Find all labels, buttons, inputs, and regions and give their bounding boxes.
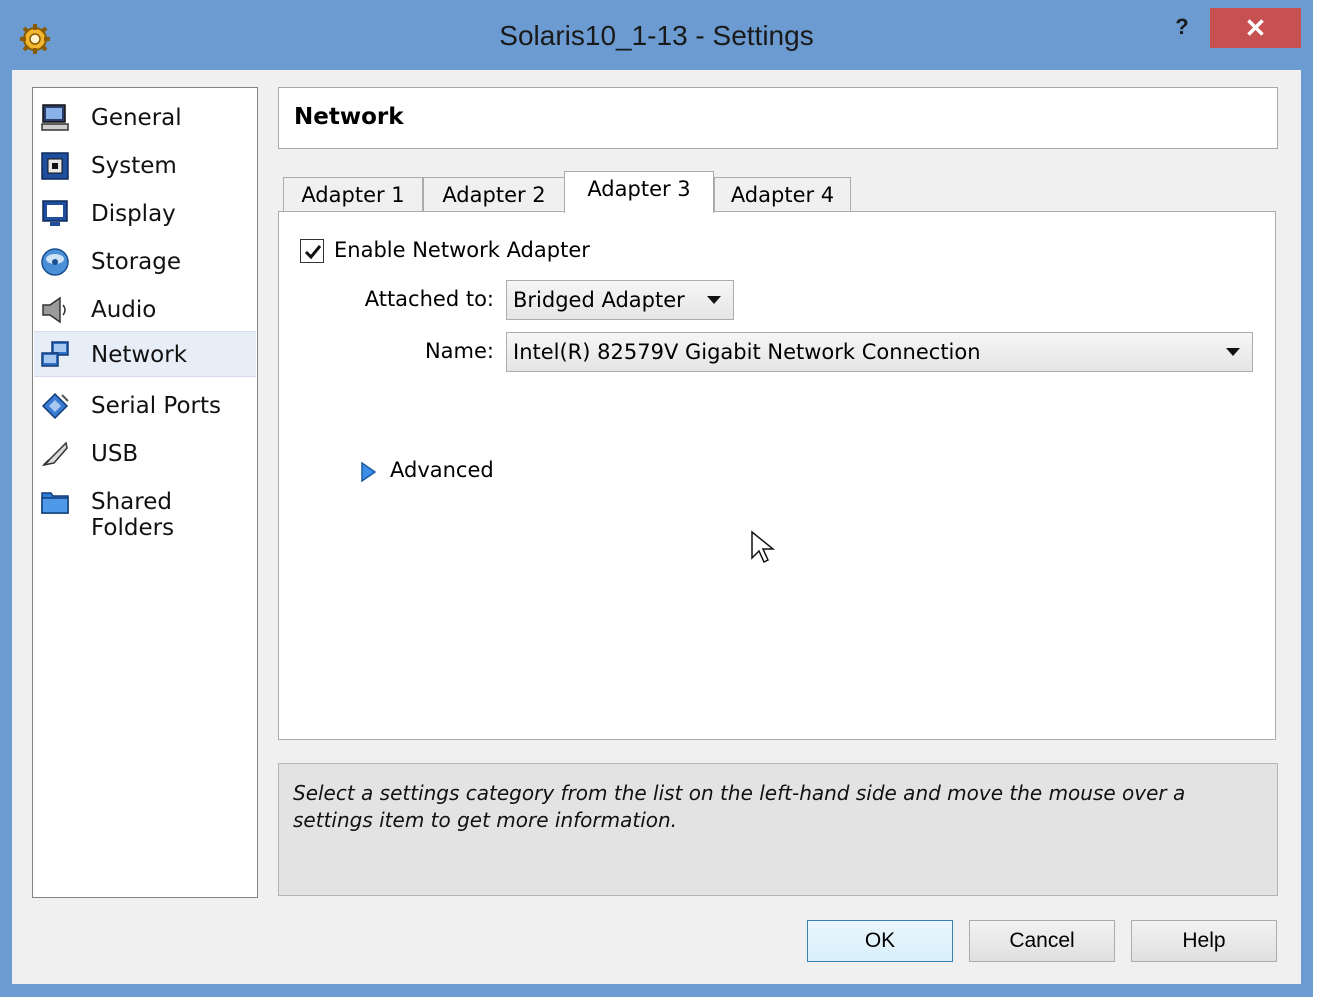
- chevron-down-icon: [707, 296, 721, 304]
- info-text: Select a settings category from the list…: [293, 781, 1186, 832]
- window-title: Solaris10_1-13 - Settings: [499, 20, 814, 51]
- tab-adapter-4[interactable]: Adapter 4: [714, 177, 851, 213]
- mouse-cursor-icon: [751, 530, 776, 564]
- sidebar-item-usb[interactable]: USB: [34, 431, 256, 477]
- page-header: Network: [278, 87, 1278, 149]
- network-icon: [41, 341, 69, 367]
- ok-button[interactable]: OK: [807, 920, 953, 962]
- title-bar[interactable]: Solaris10_1-13 - Settings ? ✕: [0, 0, 1313, 70]
- attached-to-select[interactable]: Bridged Adapter: [506, 280, 734, 320]
- help-title-button[interactable]: ?: [1164, 12, 1200, 42]
- sidebar-item-general[interactable]: General: [34, 95, 256, 141]
- sidebar-item-label: Display: [91, 201, 176, 227]
- storage-disc-icon: [41, 248, 69, 276]
- shared-folder-icon: [41, 492, 69, 514]
- sidebar-item-label: USB: [91, 441, 139, 467]
- sidebar-item-network[interactable]: Network: [34, 331, 256, 377]
- settings-category-list[interactable]: General System Display Storage Audio Net…: [32, 87, 258, 898]
- adapter-tab-panel: Enable Network Adapter Attached to: Brid…: [278, 211, 1276, 740]
- audio-speaker-icon: [42, 296, 66, 324]
- name-label: Name:: [424, 339, 494, 363]
- adapter-name-value: Intel(R) 82579V Gigabit Network Connecti…: [513, 340, 981, 364]
- sidebar-item-storage[interactable]: Storage: [34, 239, 256, 285]
- attached-to-label: Attached to:: [364, 287, 494, 311]
- sidebar-item-label: Network: [91, 342, 188, 368]
- help-button[interactable]: Help: [1131, 920, 1277, 962]
- general-monitor-icon: [41, 104, 69, 131]
- sidebar-item-label: System: [91, 153, 177, 179]
- cancel-button[interactable]: Cancel: [969, 920, 1115, 962]
- enable-network-adapter-checkbox[interactable]: [300, 239, 324, 263]
- enable-network-adapter-label[interactable]: Enable Network Adapter: [334, 238, 590, 262]
- tab-adapter-3[interactable]: Adapter 3: [564, 171, 714, 213]
- tab-adapter-1[interactable]: Adapter 1: [283, 177, 423, 213]
- checkmark-icon: [304, 245, 322, 260]
- serial-ports-icon: [41, 392, 69, 420]
- tab-adapter-2[interactable]: Adapter 2: [423, 177, 565, 213]
- sidebar-item-label: General: [91, 105, 182, 131]
- sidebar-item-system[interactable]: System: [34, 143, 256, 189]
- chevron-down-icon: [1226, 348, 1240, 356]
- adapter-name-select[interactable]: Intel(R) 82579V Gigabit Network Connecti…: [506, 332, 1253, 372]
- sidebar-item-label: Audio: [91, 297, 157, 323]
- sidebar-item-label: Shared Folders: [91, 489, 175, 541]
- close-button[interactable]: ✕: [1210, 8, 1301, 48]
- sidebar-item-display[interactable]: Display: [34, 191, 256, 237]
- attached-to-value: Bridged Adapter: [513, 288, 685, 312]
- usb-icon: [41, 441, 68, 467]
- expand-triangle-icon[interactable]: [359, 461, 377, 483]
- dialog-client: General System Display Storage Audio Net…: [12, 70, 1301, 984]
- display-monitor-icon: [42, 200, 68, 226]
- page-title: Network: [294, 104, 404, 130]
- settings-window: Solaris10_1-13 - Settings ? ✕ General Sy: [0, 0, 1313, 997]
- info-panel: Select a settings category from the list…: [278, 763, 1278, 896]
- sidebar-item-audio[interactable]: Audio: [34, 287, 256, 333]
- system-chip-icon: [41, 152, 69, 180]
- sidebar-item-serial-ports[interactable]: Serial Ports: [34, 383, 256, 429]
- sidebar-item-label: Serial Ports: [91, 393, 221, 419]
- sidebar-item-shared-folders[interactable]: Shared Folders: [34, 479, 256, 541]
- advanced-toggle[interactable]: Advanced: [390, 458, 494, 482]
- sidebar-item-label: Storage: [91, 249, 181, 275]
